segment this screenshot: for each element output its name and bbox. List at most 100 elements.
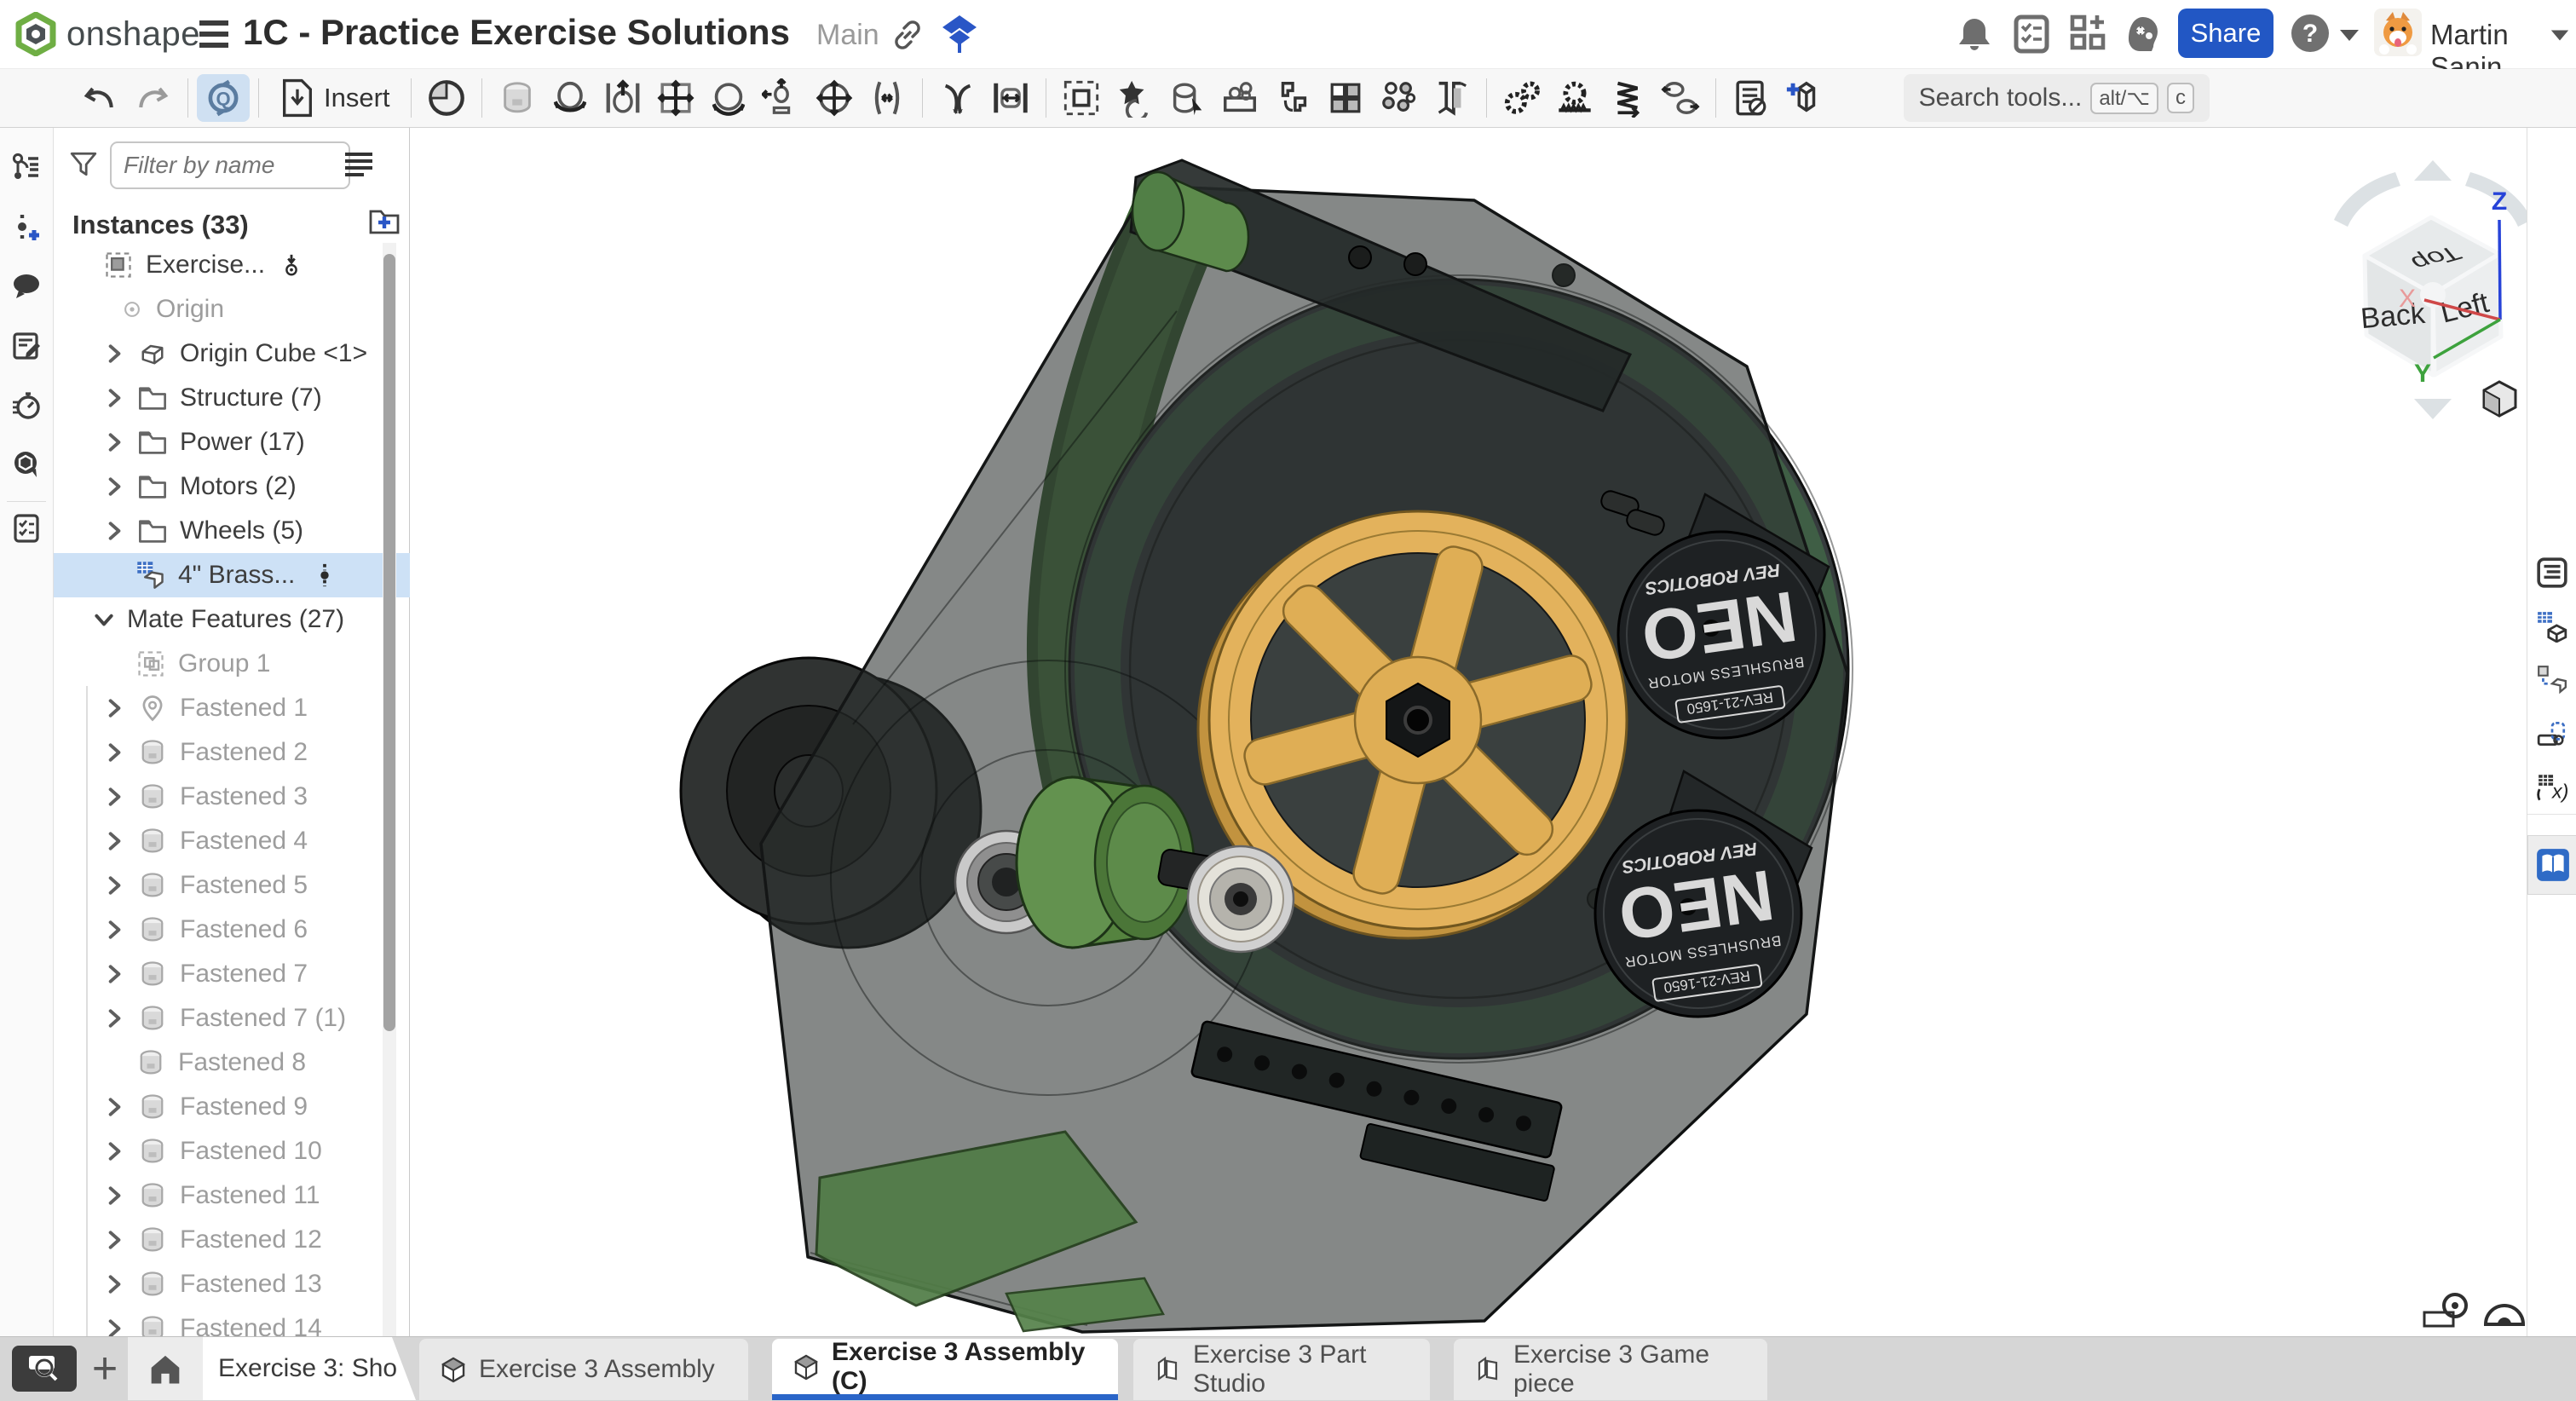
help-caret-icon[interactable] (2338, 27, 2360, 43)
chevron-right-icon[interactable] (103, 697, 125, 719)
tree-item-group1[interactable]: Group 1 (54, 642, 464, 686)
release-tasks-icon[interactable] (11, 513, 42, 544)
neo-motor-2[interactable]: REV-21-1650 BRUSHLESS MOTOR NEO REV ROBO… (1595, 810, 1801, 1017)
tree-item-fastened[interactable]: Fastened 11 (54, 1173, 431, 1218)
neo-motor-1[interactable]: REV-21-1650 BRUSHLESS MOTOR NEO REV ROBO… (1618, 532, 1824, 738)
gear-relation-icon[interactable] (1495, 74, 1548, 122)
tab-exercise3-part-studio[interactable]: Exercise 3 Part Studio (1133, 1339, 1430, 1400)
filter-icon[interactable] (69, 150, 98, 179)
tree-item-fastened[interactable]: Fastened 3 (54, 775, 431, 819)
document-nav-tab[interactable]: Exercise 3: Sho (203, 1337, 416, 1400)
chevron-right-icon[interactable] (103, 1185, 125, 1207)
insert-parts-icon[interactable] (1213, 74, 1266, 122)
tree-item-structure-folder[interactable]: Structure (7) (54, 376, 431, 420)
chevron-right-icon[interactable] (103, 786, 125, 808)
circular-pattern-icon[interactable] (1372, 74, 1425, 122)
filter-input[interactable] (110, 141, 350, 189)
brand-wordmark[interactable]: onshape (66, 15, 200, 54)
tree-item-fastened[interactable]: Fastened 8 (54, 1041, 464, 1085)
workspace-name[interactable]: Main (816, 19, 879, 52)
exploded-rows-icon[interactable] (1425, 74, 1478, 122)
tree-item-brass-selected[interactable]: 4" Brass... (54, 553, 464, 597)
notifications-bell-icon[interactable] (1956, 15, 1992, 53)
chevron-right-icon[interactable] (103, 741, 125, 764)
versions-flag-icon[interactable] (941, 14, 978, 55)
app-store-grid-icon[interactable] (2069, 14, 2108, 53)
redo-button[interactable] (126, 74, 179, 122)
search-tabs-button[interactable] (12, 1346, 77, 1392)
pin-slot-mate-icon[interactable] (755, 74, 808, 122)
configurations-tab[interactable] (2527, 599, 2576, 654)
mate-features-header[interactable]: Mate Features (27) (54, 597, 421, 642)
comments-icon[interactable] (11, 271, 42, 302)
chevron-right-icon[interactable] (103, 1229, 125, 1251)
share-button[interactable]: Share (2178, 9, 2273, 58)
tree-item-fastened[interactable]: Fastened 9 (54, 1085, 431, 1129)
new-tab-button[interactable]: + (85, 1342, 124, 1395)
view-cube[interactable]: Top Back Left Z X Y (2334, 160, 2527, 419)
named-positions-tab[interactable] (2527, 706, 2576, 761)
tangent-mate-icon[interactable] (861, 74, 913, 122)
tree-item-fastened[interactable]: Fastened 4 (54, 819, 431, 863)
ball-mate-icon[interactable] (702, 74, 755, 122)
insert-button[interactable]: Insert (268, 74, 402, 122)
undo-button[interactable] (73, 74, 126, 122)
share-link-icon[interactable] (891, 19, 924, 51)
tree-item-fastened[interactable]: Fastened 13 (54, 1262, 431, 1306)
tree-item-fastened[interactable]: Fastened 2 (54, 730, 431, 775)
document-title[interactable]: 1C - Practice Exercise Solutions (243, 12, 790, 53)
feedback-icon[interactable] (11, 450, 42, 481)
mate-connector-icon[interactable] (1108, 74, 1161, 122)
group-tool-icon[interactable] (1055, 74, 1108, 122)
hamburger-menu-icon[interactable] (198, 19, 230, 49)
chevron-right-icon[interactable] (103, 874, 125, 897)
tree-item-fastened[interactable]: Fastened 5 (54, 863, 431, 908)
search-tools-box[interactable]: Search tools... alt/⌥ c (1904, 74, 2210, 122)
belt-relation-icon[interactable] (1654, 74, 1707, 122)
home-tab-button[interactable] (128, 1337, 203, 1400)
chevron-right-icon[interactable] (103, 1096, 125, 1118)
cylindrical-mate-icon[interactable] (808, 74, 861, 122)
chevron-right-icon[interactable] (103, 1140, 125, 1162)
derived-tab[interactable] (2527, 653, 2576, 707)
parallel-relation-icon[interactable] (931, 74, 984, 122)
chevron-right-icon[interactable] (103, 830, 125, 852)
chevron-right-icon[interactable] (103, 963, 125, 985)
tree-item-wheels-folder[interactable]: Wheels (5) (54, 509, 431, 553)
rack-pinion-icon[interactable] (1548, 74, 1601, 122)
screw-relation-icon[interactable] (1601, 74, 1654, 122)
chevron-right-icon[interactable] (103, 431, 125, 453)
fastened-mate-icon[interactable] (491, 74, 544, 122)
variables-tab[interactable]: x) (2527, 760, 2576, 815)
tree-item-root-assembly[interactable]: Exercise... (54, 243, 431, 287)
tasks-checklist-icon[interactable] (2013, 14, 2050, 55)
update-references-button[interactable]: Q (197, 74, 250, 122)
mate-limits-icon[interactable] (984, 74, 1037, 122)
3d-model[interactable]: REV-21-1650 BRUSHLESS MOTOR NEO REV ROBO… (410, 128, 2527, 1336)
help-icon[interactable]: ? (2289, 12, 2331, 55)
tab-exercise3-assembly[interactable]: Exercise 3 Assembly (419, 1339, 748, 1400)
user-avatar[interactable] (2374, 9, 2422, 56)
tree-item-origin-cube[interactable]: Origin Cube <1> (54, 332, 431, 376)
named-positions-icon[interactable] (1161, 74, 1213, 122)
tree-item-fastened[interactable]: Fastened 7 (54, 952, 431, 996)
chevron-right-icon[interactable] (103, 919, 125, 941)
tree-item-fastened[interactable]: Fastened 1 (54, 686, 431, 730)
tree-item-fastened[interactable]: Fastened 7 (1) (54, 996, 431, 1041)
tree-item-fastened[interactable]: Fastened 10 (54, 1129, 431, 1173)
chevron-right-icon[interactable] (103, 476, 125, 498)
revolute-mate-icon[interactable] (544, 74, 596, 122)
graphics-area[interactable]: REV-21-1650 BRUSHLESS MOTOR NEO REV ROBO… (410, 128, 2527, 1336)
planar-mate-icon[interactable] (649, 74, 702, 122)
timer-icon[interactable] (11, 390, 42, 421)
exploded-view-icon[interactable] (1778, 74, 1830, 122)
structure-outline-tab[interactable] (2527, 545, 2576, 600)
replicate-icon[interactable] (1266, 74, 1319, 122)
insert-new-icon[interactable] (11, 213, 42, 244)
tree-item-fastened[interactable]: Fastened 6 (54, 908, 431, 952)
notes-icon[interactable] (11, 331, 42, 361)
mate-tool-icon[interactable] (420, 74, 473, 122)
chevron-right-icon[interactable] (103, 343, 125, 365)
linear-pattern-icon[interactable] (1319, 74, 1372, 122)
tab-exercise3-assembly-c[interactable]: Exercise 3 Assembly (C) (772, 1339, 1118, 1400)
